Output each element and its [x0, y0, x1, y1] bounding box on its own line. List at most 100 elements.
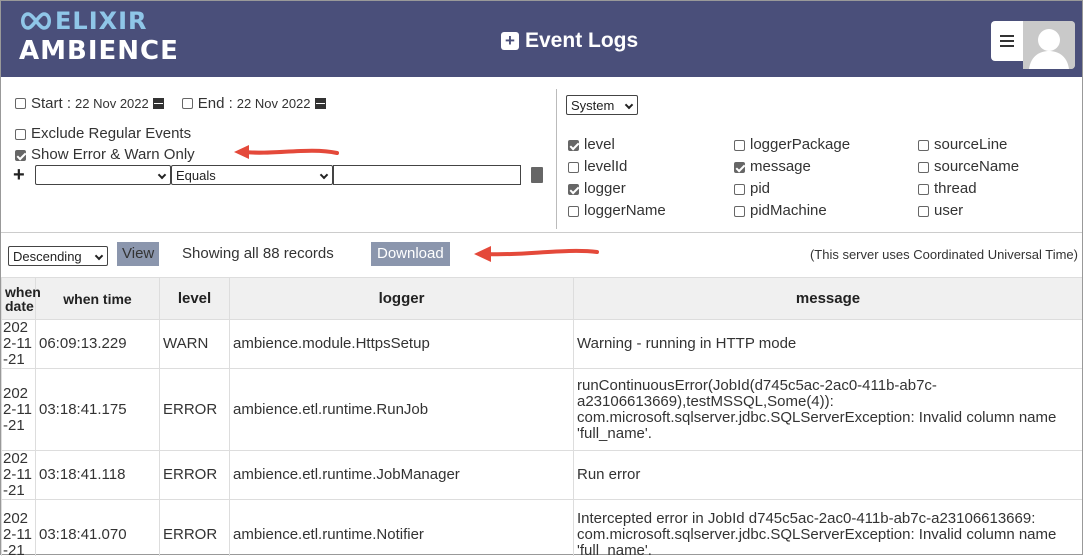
start-date-value[interactable]: 22 Nov 2022: [75, 96, 149, 111]
sort-order-value: Descending: [13, 249, 82, 264]
timezone-note: (This server uses Coordinated Universal …: [810, 247, 1078, 262]
chevron-down-icon: [320, 171, 328, 179]
cell-logger: ambience.etl.runtime.JobManager: [230, 451, 574, 500]
field-select[interactable]: [35, 165, 171, 185]
elixir-ambience-logo[interactable]: ELIXIR AMBIENCE: [19, 7, 179, 65]
field-label: sourceLine: [934, 136, 1007, 153]
sort-order-select[interactable]: Descending: [8, 246, 108, 266]
field-checkbox-levelId[interactable]: [568, 162, 579, 173]
infinity-logo-icon: [19, 10, 53, 32]
end-date-checkbox[interactable]: [182, 98, 193, 109]
field-checkbox-logger[interactable]: [568, 184, 579, 195]
page-title-text: Event Logs: [525, 29, 638, 53]
field-checkbox-thread[interactable]: [918, 184, 929, 195]
records-count: Showing all 88 records: [182, 245, 334, 262]
field-option-loggerPackage[interactable]: loggerPackage: [734, 134, 918, 155]
event-log-table: when date when time level logger message…: [1, 277, 1082, 556]
field-checkbox-loggerName[interactable]: [568, 206, 579, 217]
field-checkbox-pidMachine[interactable]: [734, 206, 745, 217]
field-option-user[interactable]: user: [918, 200, 1078, 221]
cell-message: Intercepted error in JobId d745c5ac-2ac0…: [574, 500, 1083, 556]
source-select[interactable]: System: [566, 95, 638, 115]
cell-message: Warning - running in HTTP mode: [574, 320, 1083, 369]
annotation-arrow: [471, 242, 601, 266]
cell-time: 03:18:41.070: [36, 500, 160, 556]
field-checkbox-sourceName[interactable]: [918, 162, 929, 173]
column-header-when-date[interactable]: when date: [2, 278, 36, 320]
field-checkbox-user[interactable]: [918, 206, 929, 217]
error-warn-only-checkbox[interactable]: [15, 150, 26, 161]
start-date-checkbox[interactable]: [15, 98, 26, 109]
field-label: message: [750, 158, 811, 175]
exclude-regular-events-row[interactable]: Exclude Regular Events: [15, 125, 191, 142]
column-header-message[interactable]: message: [574, 278, 1083, 320]
table-row[interactable]: 2022-11-2103:18:41.118ERRORambience.etl.…: [2, 451, 1083, 500]
condition-value-input[interactable]: [333, 165, 521, 185]
operator-select[interactable]: Equals: [171, 165, 333, 185]
exclude-regular-events-label: Exclude Regular Events: [31, 125, 191, 142]
column-header-logger[interactable]: logger: [230, 278, 574, 320]
annotation-arrow: [231, 143, 341, 163]
avatar[interactable]: [1023, 21, 1075, 69]
field-label: pid: [750, 180, 770, 197]
start-date-label: Start :: [31, 95, 71, 112]
cell-message: runContinuousError(JobId(d745c5ac-2ac0-4…: [574, 369, 1083, 451]
cell-level: ERROR: [160, 369, 230, 451]
field-checkbox-sourceLine[interactable]: [918, 140, 929, 151]
exclude-regular-events-checkbox[interactable]: [15, 129, 26, 140]
field-option-pidMachine[interactable]: pidMachine: [734, 200, 918, 221]
field-checkbox-message[interactable]: [734, 162, 745, 173]
add-condition-button[interactable]: +: [13, 165, 35, 185]
view-button[interactable]: View: [117, 242, 159, 266]
field-option-sourceName[interactable]: sourceName: [918, 156, 1078, 177]
field-option-level[interactable]: level: [568, 134, 734, 155]
field-checkbox-level[interactable]: [568, 140, 579, 151]
field-option-thread[interactable]: thread: [918, 178, 1078, 199]
table-body: 2022-11-2106:09:13.229WARNambience.modul…: [2, 320, 1083, 556]
cell-level: ERROR: [160, 451, 230, 500]
cell-time: 03:18:41.118: [36, 451, 160, 500]
field-option-message[interactable]: message: [734, 156, 918, 177]
results-toolbar: Descending View Showing all 88 records D…: [1, 234, 1082, 274]
field-option-loggerName[interactable]: loggerName: [568, 200, 734, 221]
field-checkbox-loggerPackage[interactable]: [734, 140, 745, 151]
table-row[interactable]: 2022-11-2103:18:41.070ERRORambience.etl.…: [2, 500, 1083, 556]
field-label: logger: [584, 180, 626, 197]
operator-select-value: Equals: [176, 168, 216, 183]
cell-date: 2022-11-21: [2, 369, 36, 451]
table-row[interactable]: 2022-11-2106:09:13.229WARNambience.modul…: [2, 320, 1083, 369]
end-date-value[interactable]: 22 Nov 2022: [237, 96, 311, 111]
source-select-value: System: [571, 98, 614, 113]
column-header-when-time[interactable]: when time: [36, 278, 160, 320]
field-label: user: [934, 202, 963, 219]
field-option-pid[interactable]: pid: [734, 178, 918, 199]
error-warn-only-row[interactable]: Show Error & Warn Only: [15, 146, 195, 163]
field-selection-section: System levelloggerPackagesourceLinelevel…: [566, 77, 1082, 233]
user-avatar-icon: [1023, 21, 1075, 69]
field-option-sourceLine[interactable]: sourceLine: [918, 134, 1078, 155]
field-checkbox-grid: levelloggerPackage sourceLine levelId messa…: [568, 134, 1078, 221]
date-range-row: Start : 22 Nov 2022 End : 22 Nov 2022: [15, 95, 326, 112]
column-header-level[interactable]: level: [160, 278, 230, 320]
table-row[interactable]: 2022-11-2103:18:41.175ERRORambience.etl.…: [2, 369, 1083, 451]
cell-date: 2022-11-21: [2, 320, 36, 369]
cell-logger: ambience.etl.runtime.Notifier: [230, 500, 574, 556]
cell-time: 03:18:41.175: [36, 369, 160, 451]
field-checkbox-pid[interactable]: [734, 184, 745, 195]
cell-time: 06:09:13.229: [36, 320, 160, 369]
field-option-logger[interactable]: logger: [568, 178, 734, 199]
calendar-icon[interactable]: [315, 98, 326, 109]
logo-text-bottom: AMBIENCE: [19, 37, 179, 65]
cell-date: 2022-11-21: [2, 451, 36, 500]
field-option-levelId[interactable]: levelId: [568, 156, 734, 177]
logo-text-top: ELIXIR: [55, 7, 148, 35]
hamburger-icon: [1000, 35, 1014, 47]
app-header: ELIXIR AMBIENCE + Event Logs: [1, 1, 1082, 77]
trash-icon[interactable]: [531, 167, 543, 183]
field-label: levelId: [584, 158, 627, 175]
calendar-icon[interactable]: [153, 98, 164, 109]
download-button[interactable]: Download: [371, 242, 450, 266]
plus-box-icon: +: [501, 32, 519, 50]
menu-button[interactable]: [991, 21, 1023, 61]
condition-row: + Equals: [13, 165, 543, 185]
